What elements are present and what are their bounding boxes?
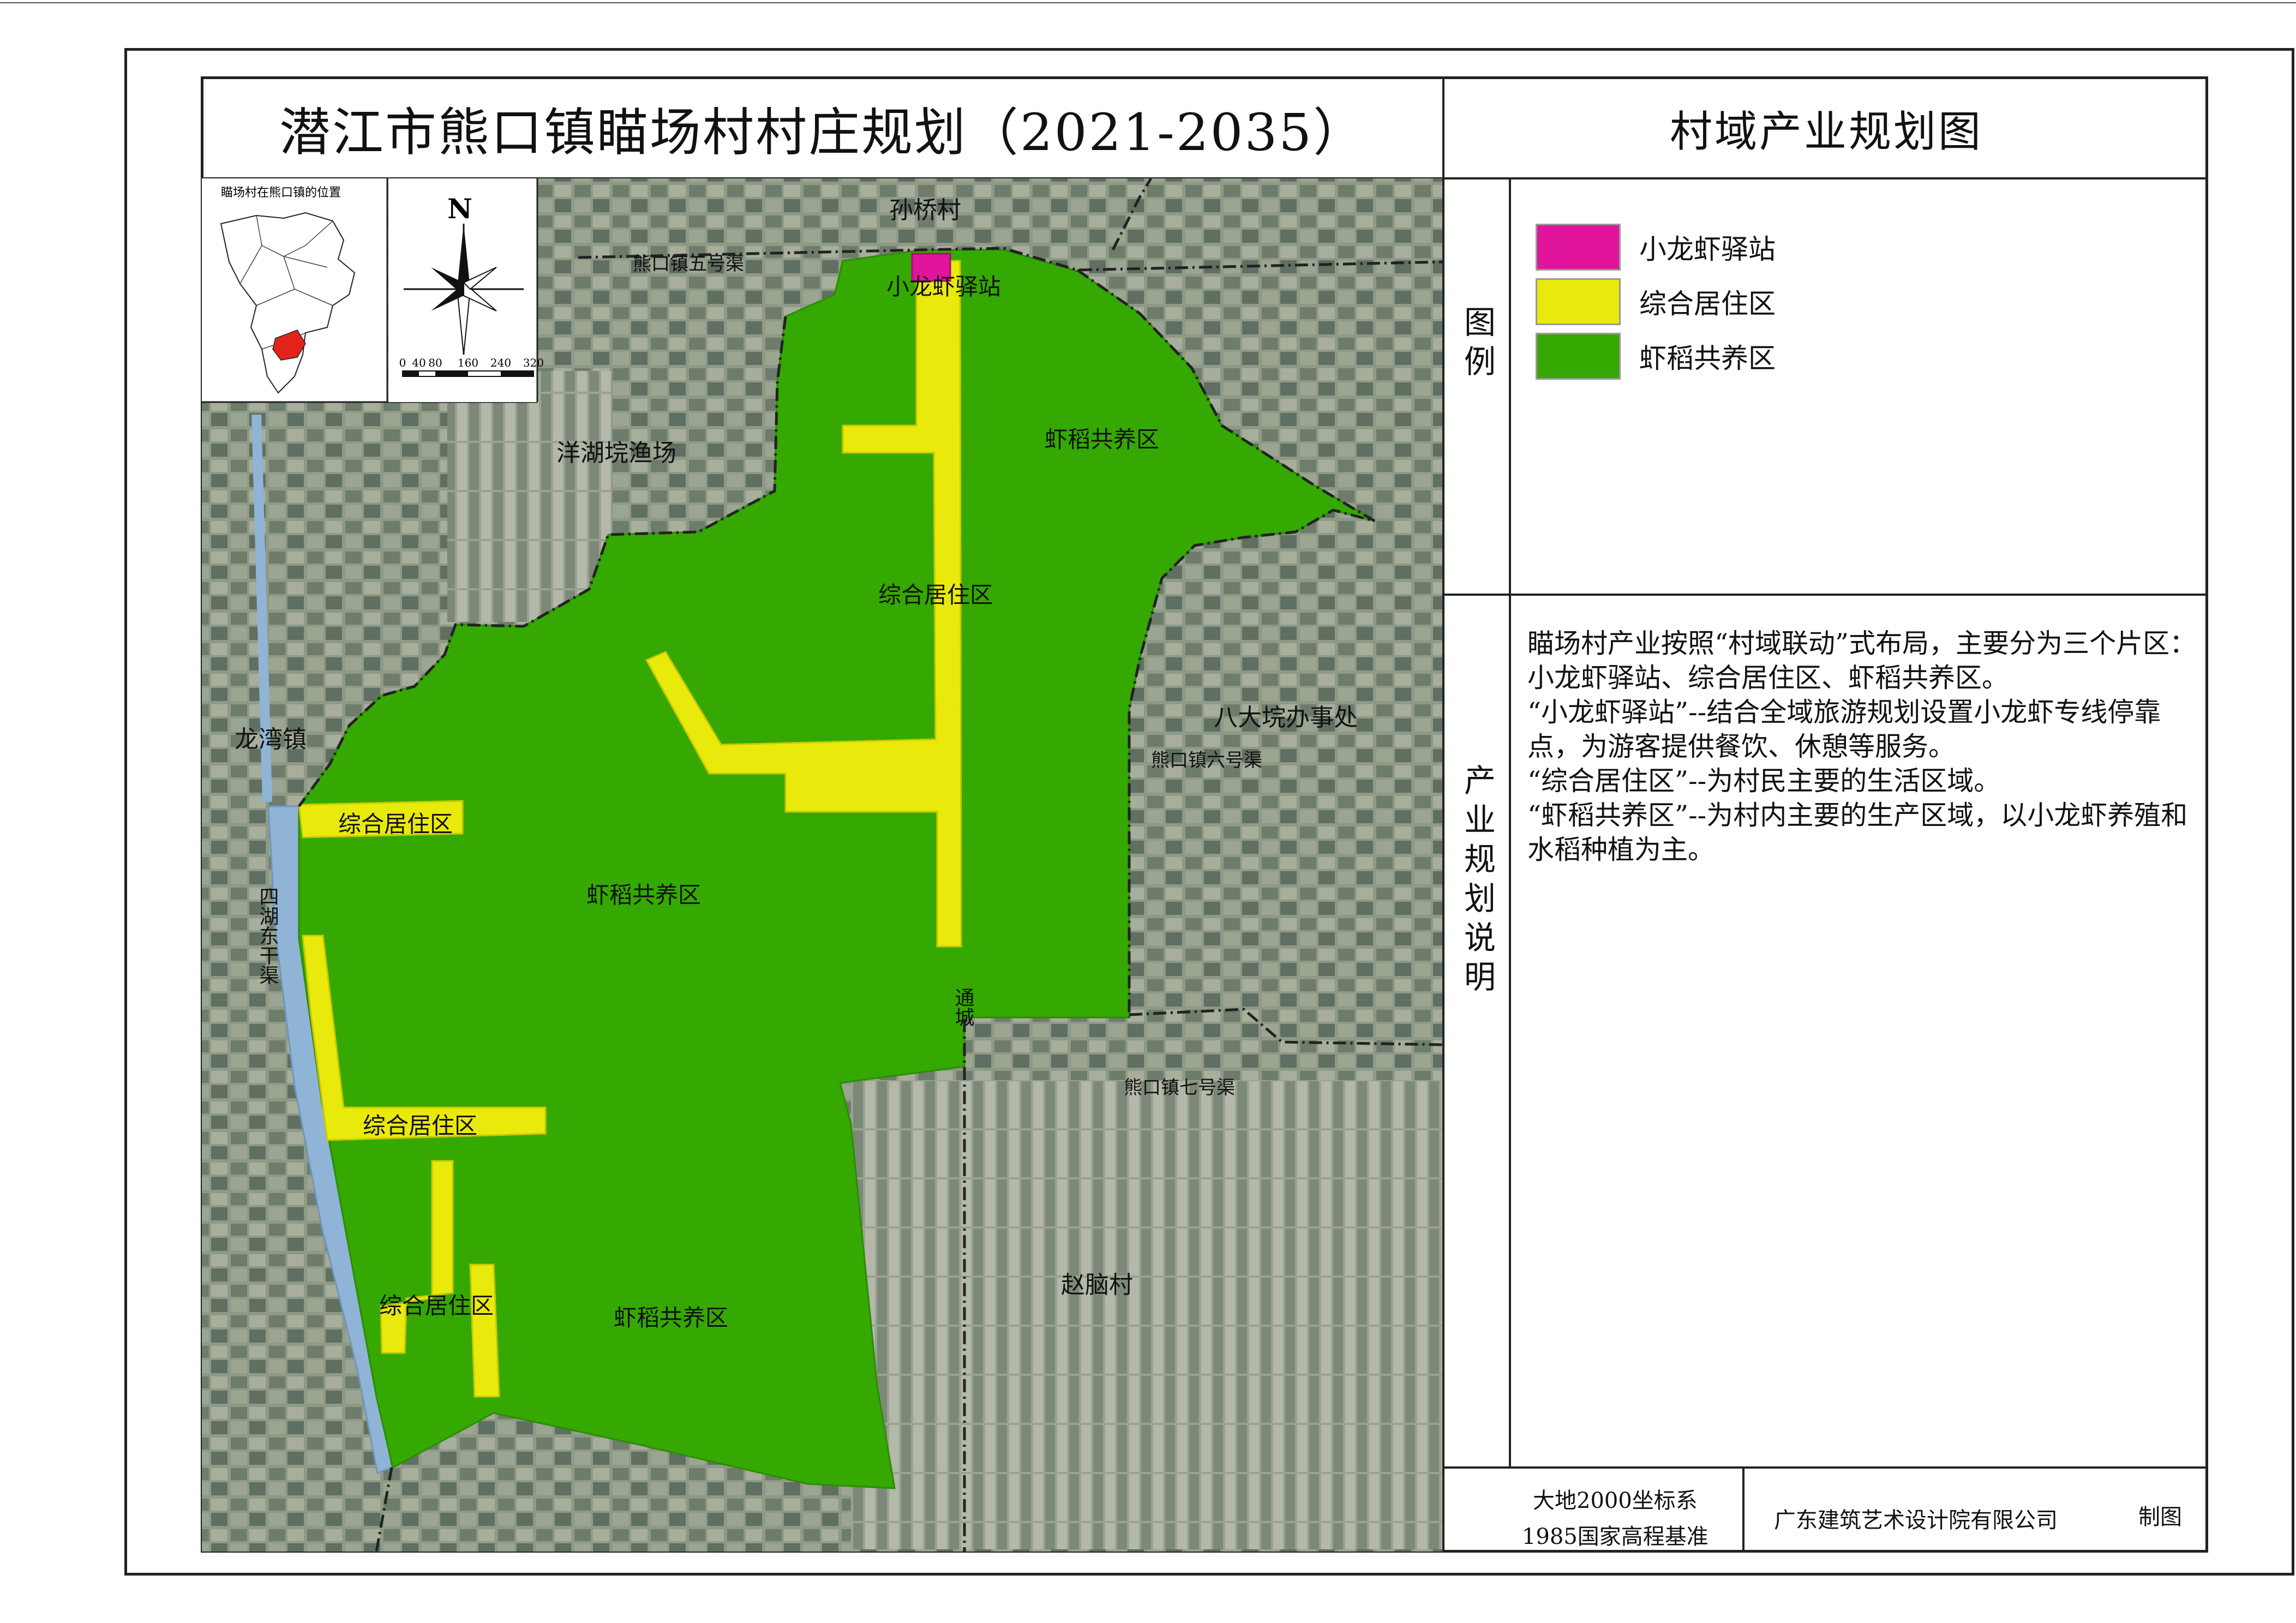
label-sihu-canal: 四湖东干渠 <box>256 887 279 985</box>
scale-tick: 0 <box>399 356 406 369</box>
legend-swatch-residential <box>1536 278 1621 325</box>
label-longwan-town: 龙湾镇 <box>235 726 307 753</box>
legend-item-station: 小龙虾驿站 <box>1536 224 1917 271</box>
description-heading: 产业规划说明 <box>1459 764 1496 999</box>
footer-divider <box>1442 1466 2208 1469</box>
label-tongcheng-road: 通城 <box>952 987 974 1027</box>
description-paragraph: “虾稻共养区”--为村内主要的生产区域，以小龙虾养殖和水稻种植为主。 <box>1527 800 2188 865</box>
label-canal-five: 熊口镇五号渠 <box>633 253 744 275</box>
map-subtitle: 村域产业规划图 <box>1669 107 1983 157</box>
residential-zone-southwest-2 <box>469 1263 500 1398</box>
label-yanghu-fishery: 洋湖垸渔场 <box>556 439 676 467</box>
legend-label-residential: 综合居住区 <box>1639 288 1776 320</box>
description-paragraph: “小龙虾驿站”--结合全域旅游规划设置小龙虾专线停靠点，为游客提供餐饮、休憩等服… <box>1527 697 2161 762</box>
made-by-label: 制图 <box>2138 1505 2182 1530</box>
label-residential-west-2: 综合居住区 <box>363 1112 477 1139</box>
north-letter: N <box>447 193 472 225</box>
map-title: 潜江市熊口镇瞄场村村庄规划（2021-2035） <box>279 103 1366 163</box>
satellite-fields-south <box>851 1080 1442 1549</box>
legend-label-rice-shrimp: 虾稻共养区 <box>1639 343 1776 374</box>
map-right-divider <box>1442 76 1444 1553</box>
scale-tick: 160 <box>458 356 478 369</box>
legend-swatch-rice-shrimp <box>1536 333 1621 380</box>
label-sunqiao-village: 孙桥村 <box>889 196 961 224</box>
inset-caption: 瞄场村在熊口镇的位置 <box>221 186 341 200</box>
label-zhaonao-village: 赵脑村 <box>1061 1271 1133 1299</box>
coordinate-system: 大地2000坐标系 <box>1533 1488 1698 1513</box>
label-rice-shrimp-middle: 虾稻共养区 <box>586 882 701 908</box>
scale-bar <box>402 370 534 377</box>
label-rice-shrimp-northeast: 虾稻共养区 <box>1045 426 1159 453</box>
label-residential-west-1: 综合居住区 <box>338 811 453 837</box>
scale-tick: 80 <box>428 356 442 369</box>
legend-heading: 图例 <box>1459 306 1496 384</box>
scale-tick: 40 <box>412 356 425 369</box>
label-canal-six: 熊口镇六号渠 <box>1151 750 1262 771</box>
satellite-fields-northwest <box>447 371 611 622</box>
label-crayfish-station: 小龙虾驿站 <box>886 273 1001 300</box>
planning-description: 瞄场村产业按照“村域联动”式布局，主要分为三个片区：小龙虾驿站、综合居住区、虾稻… <box>1527 626 2198 867</box>
design-institute: 广东建筑艺术设计院有限公司 <box>1774 1508 2058 1533</box>
legend-item-rice-shrimp: 虾稻共养区 <box>1536 333 1917 380</box>
legend-item-residential: 综合居住区 <box>1536 278 1917 325</box>
label-rice-shrimp-south: 虾稻共养区 <box>614 1304 728 1331</box>
elevation-datum: 1985国家高程基准 <box>1522 1524 1708 1549</box>
legend-swatch-station <box>1536 224 1621 271</box>
description-paragraph: “综合居住区”--为村民主要的生活区域。 <box>1527 765 2001 796</box>
legend: 小龙虾驿站 综合居住区 虾稻共养区 <box>1536 224 1917 380</box>
scale-tick: 240 <box>490 356 511 369</box>
top-border-line <box>0 2 2296 3</box>
map-canvas: 瞄场村在熊口镇的位置 N 0 40 80 160 240 320 孙桥村 熊口镇… <box>202 178 1442 1552</box>
label-residential-center: 综合居住区 <box>878 582 993 608</box>
legend-divider <box>1442 594 2208 596</box>
panel-label-divider <box>1509 177 1511 1466</box>
footer-column-divider <box>1742 1466 1745 1553</box>
legend-label-station: 小龙虾驿站 <box>1639 233 1776 265</box>
description-paragraph: 瞄场村产业按照“村域联动”式布局，主要分为三个片区：小龙虾驿站、综合居住区、虾稻… <box>1527 628 2197 693</box>
scale-tick: 320 <box>523 356 544 369</box>
label-badawan-office: 八大垸办事处 <box>1214 704 1358 732</box>
label-residential-southwest: 综合居住区 <box>379 1292 494 1319</box>
label-canal-seven: 熊口镇七号渠 <box>1124 1077 1235 1099</box>
